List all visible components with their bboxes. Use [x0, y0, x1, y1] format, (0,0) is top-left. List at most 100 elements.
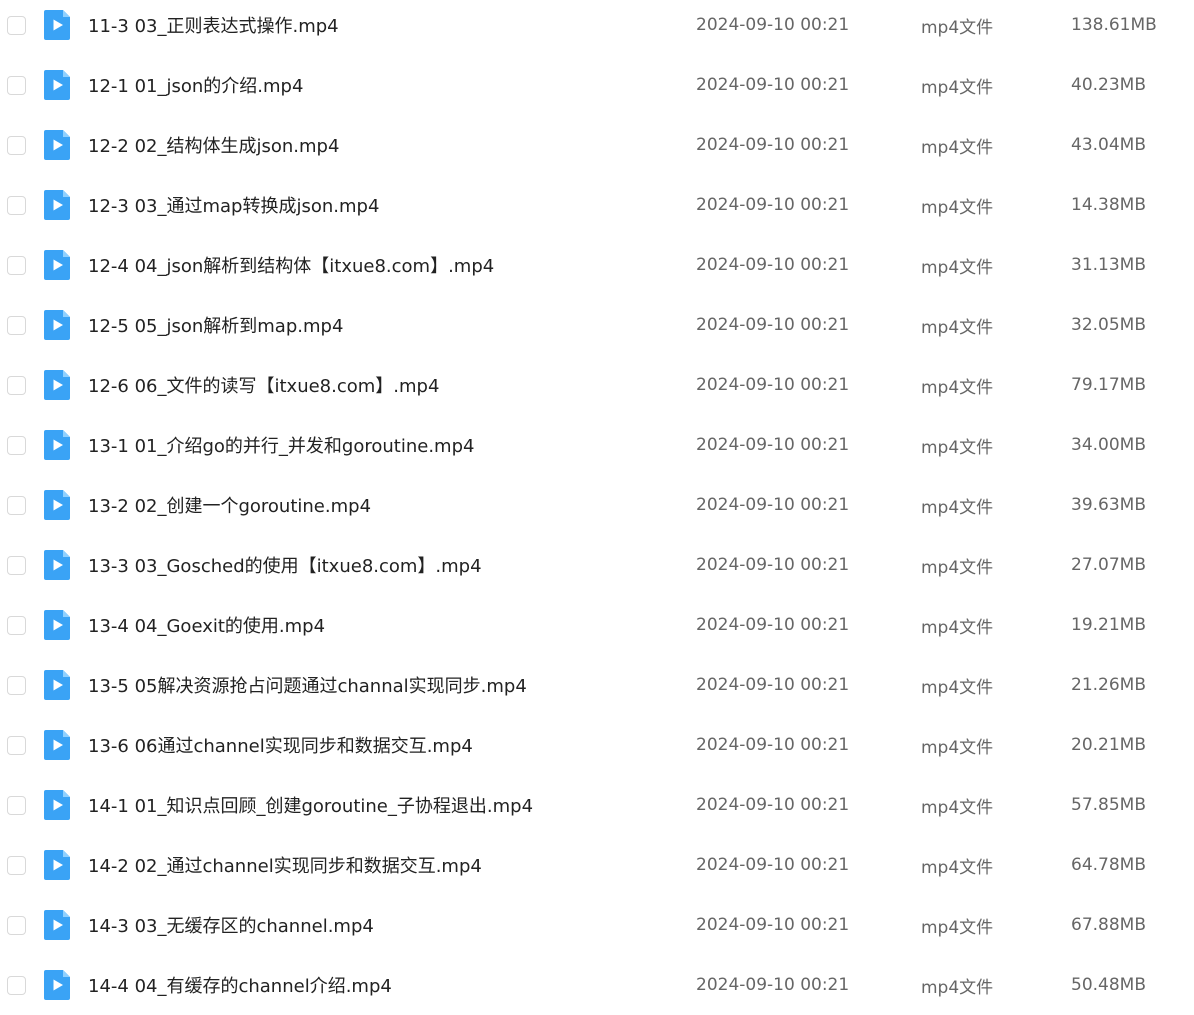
file-size: 57.85MB — [1071, 795, 1146, 815]
file-name[interactable]: 12-4 04_json解析到结构体【itxue8.com】.mp4 — [88, 252, 494, 278]
file-size: 20.21MB — [1071, 735, 1146, 755]
file-size: 39.63MB — [1071, 495, 1146, 515]
video-file-icon — [44, 910, 70, 940]
file-row[interactable]: 13-3 03_Gosched的使用【itxue8.com】.mp4 2024-… — [0, 535, 1194, 595]
file-size: 79.17MB — [1071, 375, 1146, 395]
file-row[interactable]: 13-6 06通过channel实现同步和数据交互.mp4 2024-09-10… — [0, 715, 1194, 775]
file-size: 138.61MB — [1071, 15, 1157, 35]
file-name[interactable]: 13-2 02_创建一个goroutine.mp4 — [88, 492, 371, 518]
file-modified-date: 2024-09-10 00:21 — [696, 15, 850, 35]
file-row[interactable]: 12-5 05_json解析到map.mp4 2024-09-10 00:21 … — [0, 295, 1194, 355]
file-type: mp4文件 — [921, 977, 994, 998]
row-checkbox[interactable] — [7, 255, 26, 275]
video-file-icon — [44, 250, 70, 280]
file-modified-date: 2024-09-10 00:21 — [696, 195, 850, 215]
file-name[interactable]: 14-1 01_知识点回顾_创建goroutine_子协程退出.mp4 — [88, 792, 533, 818]
row-checkbox[interactable] — [7, 795, 26, 815]
file-size: 64.78MB — [1071, 855, 1146, 875]
file-row[interactable]: 13-2 02_创建一个goroutine.mp4 2024-09-10 00:… — [0, 475, 1194, 535]
file-modified-date: 2024-09-10 00:21 — [696, 795, 850, 815]
video-file-icon — [44, 490, 70, 520]
row-checkbox[interactable] — [7, 615, 26, 635]
file-type: mp4文件 — [921, 377, 994, 398]
video-file-icon — [44, 610, 70, 640]
file-name[interactable]: 12-1 01_json的介绍.mp4 — [88, 72, 303, 98]
file-row[interactable]: 12-3 03_通过map转换成json.mp4 2024-09-10 00:2… — [0, 175, 1194, 235]
video-file-icon — [44, 790, 70, 820]
file-name[interactable]: 13-5 05解决资源抢占问题通过channal实现同步.mp4 — [88, 672, 527, 698]
row-checkbox[interactable] — [7, 195, 26, 215]
file-modified-date: 2024-09-10 00:21 — [696, 375, 850, 395]
file-name[interactable]: 11-3 03_正则表达式操作.mp4 — [88, 12, 339, 38]
file-size: 31.13MB — [1071, 255, 1146, 275]
row-checkbox[interactable] — [7, 375, 26, 395]
video-file-icon — [44, 730, 70, 760]
row-checkbox[interactable] — [7, 555, 26, 575]
file-modified-date: 2024-09-10 00:21 — [696, 315, 850, 335]
file-type: mp4文件 — [921, 197, 994, 218]
file-type: mp4文件 — [921, 437, 994, 458]
file-name[interactable]: 14-3 03_无缓存区的channel.mp4 — [88, 912, 374, 938]
row-checkbox[interactable] — [7, 495, 26, 515]
file-row[interactable]: 13-4 04_Goexit的使用.mp4 2024-09-10 00:21 m… — [0, 595, 1194, 655]
file-name[interactable]: 14-2 02_通过channel实现同步和数据交互.mp4 — [88, 852, 482, 878]
file-row[interactable]: 14-1 01_知识点回顾_创建goroutine_子协程退出.mp4 2024… — [0, 775, 1194, 835]
row-checkbox[interactable] — [7, 915, 26, 935]
file-size: 40.23MB — [1071, 75, 1146, 95]
file-row[interactable]: 11-3 03_正则表达式操作.mp4 2024-09-10 00:21 mp4… — [0, 0, 1194, 55]
file-name[interactable]: 13-3 03_Gosched的使用【itxue8.com】.mp4 — [88, 552, 482, 578]
video-file-icon — [44, 310, 70, 340]
file-type: mp4文件 — [921, 917, 994, 938]
file-type: mp4文件 — [921, 77, 994, 98]
row-checkbox[interactable] — [7, 315, 26, 335]
file-row[interactable]: 12-1 01_json的介绍.mp4 2024-09-10 00:21 mp4… — [0, 55, 1194, 115]
file-row[interactable]: 14-3 03_无缓存区的channel.mp4 2024-09-10 00:2… — [0, 895, 1194, 955]
file-row[interactable]: 12-2 02_结构体生成json.mp4 2024-09-10 00:21 m… — [0, 115, 1194, 175]
video-file-icon — [44, 550, 70, 580]
file-type: mp4文件 — [921, 677, 994, 698]
row-checkbox[interactable] — [7, 735, 26, 755]
file-row[interactable]: 12-4 04_json解析到结构体【itxue8.com】.mp4 2024-… — [0, 235, 1194, 295]
file-name[interactable]: 12-6 06_文件的读写【itxue8.com】.mp4 — [88, 372, 439, 398]
file-row[interactable]: 14-4 04_有缓存的channel介绍.mp4 2024-09-10 00:… — [0, 955, 1194, 1015]
file-row[interactable]: 14-2 02_通过channel实现同步和数据交互.mp4 2024-09-1… — [0, 835, 1194, 895]
file-modified-date: 2024-09-10 00:21 — [696, 495, 850, 515]
file-name[interactable]: 12-2 02_结构体生成json.mp4 — [88, 132, 339, 158]
file-type: mp4文件 — [921, 317, 994, 338]
row-checkbox[interactable] — [7, 75, 26, 95]
file-modified-date: 2024-09-10 00:21 — [696, 855, 850, 875]
file-type: mp4文件 — [921, 17, 994, 38]
file-row[interactable]: 13-1 01_介绍go的并行_并发和goroutine.mp4 2024-09… — [0, 415, 1194, 475]
file-size: 14.38MB — [1071, 195, 1146, 215]
file-name[interactable]: 13-1 01_介绍go的并行_并发和goroutine.mp4 — [88, 432, 474, 458]
file-type: mp4文件 — [921, 737, 994, 758]
file-name[interactable]: 13-6 06通过channel实现同步和数据交互.mp4 — [88, 732, 473, 758]
row-checkbox[interactable] — [7, 435, 26, 455]
video-file-icon — [44, 10, 70, 40]
row-checkbox[interactable] — [7, 15, 26, 35]
file-modified-date: 2024-09-10 00:21 — [696, 915, 850, 935]
file-name[interactable]: 12-5 05_json解析到map.mp4 — [88, 312, 343, 338]
file-name[interactable]: 14-4 04_有缓存的channel介绍.mp4 — [88, 972, 392, 998]
file-list: 11-3 03_正则表达式操作.mp4 2024-09-10 00:21 mp4… — [0, 0, 1194, 1003]
file-modified-date: 2024-09-10 00:21 — [696, 255, 850, 275]
file-row[interactable]: 13-5 05解决资源抢占问题通过channal实现同步.mp4 2024-09… — [0, 655, 1194, 715]
file-size: 27.07MB — [1071, 555, 1146, 575]
file-row[interactable]: 12-6 06_文件的读写【itxue8.com】.mp4 2024-09-10… — [0, 355, 1194, 415]
file-type: mp4文件 — [921, 797, 994, 818]
file-type: mp4文件 — [921, 617, 994, 638]
file-modified-date: 2024-09-10 00:21 — [696, 555, 850, 575]
row-checkbox[interactable] — [7, 855, 26, 875]
file-name[interactable]: 13-4 04_Goexit的使用.mp4 — [88, 612, 325, 638]
file-size: 67.88MB — [1071, 915, 1146, 935]
row-checkbox[interactable] — [7, 975, 26, 995]
row-checkbox[interactable] — [7, 675, 26, 695]
video-file-icon — [44, 850, 70, 880]
file-size: 50.48MB — [1071, 975, 1146, 995]
file-size: 32.05MB — [1071, 315, 1146, 335]
video-file-icon — [44, 970, 70, 1000]
file-name[interactable]: 12-3 03_通过map转换成json.mp4 — [88, 192, 379, 218]
video-file-icon — [44, 70, 70, 100]
row-checkbox[interactable] — [7, 135, 26, 155]
file-modified-date: 2024-09-10 00:21 — [696, 735, 850, 755]
